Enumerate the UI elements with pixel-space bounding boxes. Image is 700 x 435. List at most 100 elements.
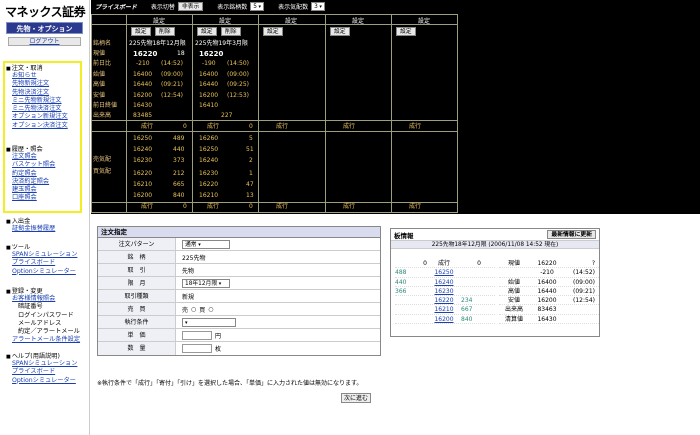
ladder-price[interactable]: 16220 — [427, 296, 461, 304]
quantity-input[interactable] — [182, 344, 212, 353]
quote-count-select[interactable]: 3 — [311, 2, 325, 11]
ladder-price[interactable]: 16230 — [427, 287, 461, 295]
count-select[interactable]: 5 — [250, 2, 265, 11]
label-low: 安値 — [93, 92, 106, 99]
menu-basket-inquiry[interactable]: バスケット照会 — [12, 161, 55, 168]
ladder-row: 16210 667 — [395, 305, 495, 315]
stat-row: 清算値 16430 — [499, 315, 599, 325]
help-option-sim[interactable]: Optionシミュレーター — [12, 377, 76, 384]
stat-extra: (09:00) — [573, 278, 595, 286]
grid-col-line — [325, 14, 326, 213]
stat-value: -210 — [540, 269, 554, 277]
price-input[interactable] — [182, 330, 212, 340]
col2-delete-button[interactable]: 削除 — [221, 27, 241, 36]
menu-option-sim[interactable]: Optionシミュレーター — [12, 268, 76, 275]
menu-futures-settle[interactable]: 先物決済注文 — [12, 89, 49, 96]
col4-setting-button[interactable]: 設定 — [330, 27, 350, 36]
menu-execution-inquiry[interactable]: 約定照会 — [12, 170, 37, 177]
ladder-price[interactable]: 16240 — [427, 278, 461, 286]
c1-change: -210 — [136, 60, 150, 67]
hide-button[interactable]: 非表示 — [177, 2, 204, 11]
order-trade-value: 先物 — [182, 267, 195, 275]
col5-setting-label: 設定 — [417, 18, 430, 25]
menu-settle-execution-inquiry[interactable]: 決済約定照会 — [12, 178, 49, 185]
ladder-price[interactable]: 16210 — [427, 305, 461, 313]
menu-alert-settings[interactable]: アラートメール条件設定 — [12, 336, 80, 343]
buy-radio[interactable]: ○ — [208, 306, 213, 313]
c2-buy-price: 16210 — [199, 192, 219, 199]
label-volume: 出来高 — [93, 112, 112, 119]
menu-mini-new[interactable]: ミニ先物新規注文 — [12, 97, 62, 104]
menu-price-board[interactable]: プライスボード — [12, 259, 55, 266]
c2-sell-price: 16250 — [199, 146, 219, 153]
col1-delete-button[interactable]: 削除 — [155, 27, 175, 36]
order-side-label: 売 買 — [98, 303, 176, 315]
stat-value: 83463 — [537, 306, 557, 314]
menu-history: 履歴・照会 注文照会 バスケット照会 約定照会 決済約定照会 建玉照会 口座照会 — [6, 144, 56, 203]
ladder-price[interactable]: 16200 — [427, 315, 461, 323]
c1-sell-price: 16240 — [133, 146, 153, 153]
menu-order-inquiry[interactable]: 注文照会 — [12, 153, 37, 160]
order-condition-label: 執行条件 — [98, 316, 176, 328]
c1-open: 16400 — [133, 71, 153, 78]
c1-change-time: (14:52) — [161, 60, 183, 67]
order-month-select[interactable]: 18年12月限 — [182, 278, 230, 288]
menu-futures-new[interactable]: 先物新規注文 — [12, 80, 49, 87]
stat-extra: (14:52) — [573, 269, 595, 277]
stat-extra — [565, 305, 595, 313]
menu-order-heading: 注文・取消 — [6, 63, 68, 72]
help-span-sim[interactable]: SPANシミュレーション — [12, 360, 77, 367]
order-trade-label: 取 引 — [98, 264, 176, 276]
menu-account-inquiry[interactable]: 口座照会 — [12, 194, 37, 201]
stat-extra: (12:54) — [573, 297, 595, 305]
order-type-value: 新規 — [182, 293, 195, 301]
help-price-board[interactable]: プライスボード — [12, 368, 55, 375]
logout-label[interactable]: ログアウト — [29, 38, 59, 45]
next-button[interactable]: 次に進む — [341, 393, 371, 403]
c2-market-bottom: 成行 — [207, 203, 220, 210]
c1-volume: 83485 — [133, 112, 153, 119]
refresh-button[interactable]: 最新情報に更新 — [547, 230, 596, 239]
ladder-buy-qty: 840 — [461, 315, 473, 323]
order-condition-select[interactable] — [182, 317, 236, 327]
logout-button[interactable]: ログアウト — [8, 37, 81, 46]
ladder-buy-qty: 0 — [477, 260, 481, 267]
c2-sell-qty: 5 — [249, 135, 253, 142]
c1-name: 225先物18年12月限 — [129, 40, 186, 47]
c1-sell-qty: 373 — [173, 157, 185, 164]
col1-setting-button[interactable]: 設定 — [131, 27, 151, 36]
menu-notice[interactable]: お知らせ — [12, 72, 37, 79]
menu-span-sim[interactable]: SPANシミュレーション — [12, 251, 77, 258]
menu-mini-settle[interactable]: ミニ先物決済注文 — [12, 105, 62, 112]
grid-col-line — [258, 14, 259, 213]
sidebar: マネックス証券 先物・オプション ログアウト 注文・取消 お知らせ 先物新規注文… — [0, 0, 90, 435]
col2-setting-button[interactable]: 設定 — [197, 27, 217, 36]
col5-setting-button[interactable]: 設定 — [396, 27, 416, 36]
ladder-price: 成行 — [437, 260, 450, 267]
c4-market-top: 成行 — [343, 123, 356, 130]
menu-option-settle[interactable]: オプション決済注文 — [12, 122, 68, 129]
c2-market-bottom-qty: 0 — [249, 203, 253, 210]
col1-setting-label: 設定 — [152, 18, 165, 25]
menu-margin-transfer[interactable]: 証拠金振替履歴 — [12, 225, 55, 232]
label-buy-quotes: 買気配 — [93, 168, 112, 175]
menu-option-new[interactable]: オプション新規注文 — [12, 113, 68, 120]
label-sell-quotes: 売気配 — [93, 156, 112, 163]
c2-change-time: (14:50) — [227, 60, 249, 67]
menu-customer-info[interactable]: お客様情報照会 — [12, 295, 55, 302]
c1-current-size: 18 — [177, 50, 185, 57]
c2-market-top: 成行 — [207, 123, 220, 130]
ladder-row: 0 成行 0 — [395, 259, 495, 269]
menu-position-inquiry[interactable]: 建玉照会 — [12, 186, 37, 193]
order-row-type: 取引種類 新規 — [98, 290, 380, 303]
ladder-sell-qty — [395, 296, 415, 304]
c2-prev-close: 16410 — [199, 102, 219, 109]
sell-radio[interactable]: ○ — [191, 306, 196, 313]
ladder-price[interactable]: 16250 — [427, 268, 461, 276]
order-pattern-select[interactable]: 通常 — [182, 239, 230, 249]
col3-setting-button[interactable]: 設定 — [263, 27, 283, 36]
c2-market-top-qty: 0 — [249, 123, 253, 130]
stat-label: 始値 — [507, 278, 520, 286]
order-row-side: 売 買売 ○ 買 ○ — [98, 303, 380, 316]
switch-label: 表示切替 — [150, 4, 175, 11]
